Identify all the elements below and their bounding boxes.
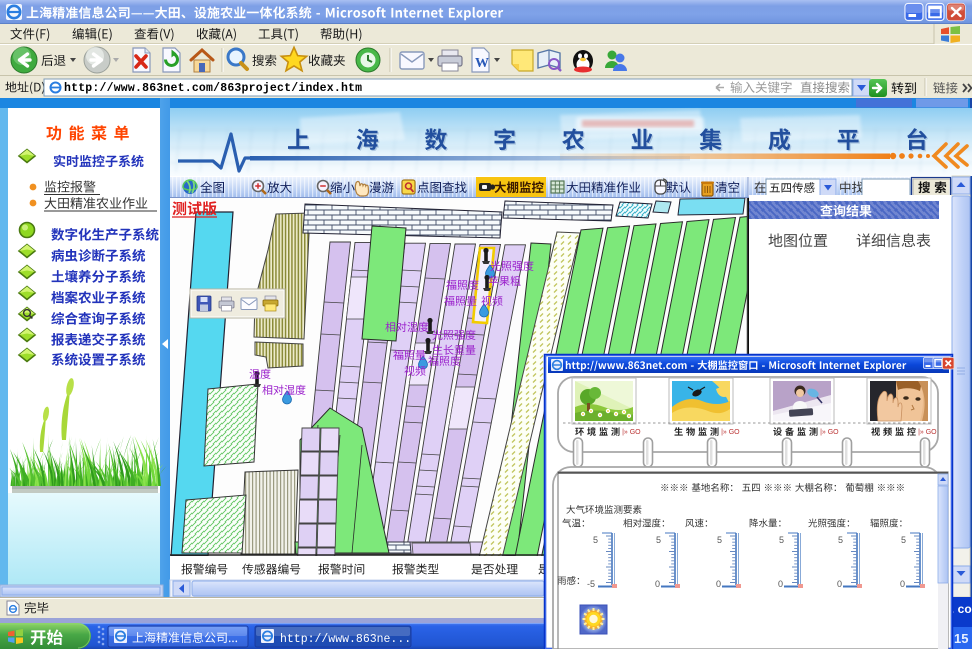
svg-text:http://www.863ne...: http://www.863ne... [280,633,411,646]
svg-text:|» GO: |» GO [721,429,740,436]
svg-text:5: 5 [838,535,843,545]
svg-text:0: 0 [655,579,660,589]
svg-text:W: W [475,56,489,71]
svg-text:15: 15 [954,631,968,646]
svg-text:5: 5 [656,535,661,545]
svg-text:0: 0 [900,579,905,589]
svg-text:5: 5 [901,535,906,545]
svg-text:http://www.863net.com/863proje: http://www.863net.com/863project/index.h… [64,82,362,95]
svg-text:. co: . co [951,602,972,616]
svg-text:|» GO: |» GO [820,429,839,436]
svg-text:5: 5 [779,535,784,545]
svg-text:0: 0 [837,579,842,589]
svg-text:5: 5 [593,535,598,545]
svg-text:0: 0 [716,579,721,589]
svg-text:0: 0 [778,579,783,589]
svg-text:5: 5 [717,535,722,545]
svg-text:|» GO: |» GO [918,429,937,436]
svg-text:-5: -5 [587,579,595,589]
svg-text:|» GO: |» GO [622,429,641,436]
